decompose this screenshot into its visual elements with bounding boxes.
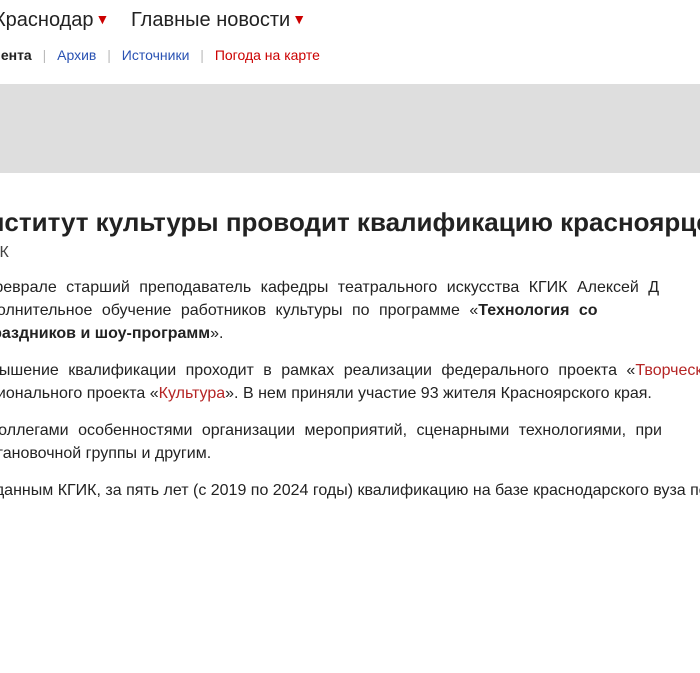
paragraph-line: национального проекта «Культура». В нем …	[0, 382, 700, 405]
paragraph-line: Повышение квалификации проходит в рамках…	[0, 359, 700, 382]
paragraph-line: постановочной группы и другим.	[0, 445, 212, 462]
article-paragraph-3: С коллегами особенностями организации ме…	[0, 419, 700, 465]
paragraph-text: дополнительное обучение работников культ…	[0, 302, 479, 319]
sources-link[interactable]: Источники	[122, 47, 190, 63]
region-selector[interactable]: Краснодар ▼	[0, 9, 109, 32]
paragraph-line: В феврале старший преподаватель кафедры …	[0, 279, 660, 296]
archive-link[interactable]: Архив	[57, 47, 96, 63]
paragraph-line: С коллегами особенностями организации ме…	[0, 422, 662, 439]
paragraph-line: к праздников и шоу-программ».	[0, 322, 700, 345]
culture-project-link[interactable]: Культура	[159, 385, 226, 402]
paragraph-line: дополнительное обучение работников культ…	[0, 299, 700, 322]
article-source: КГИК	[0, 244, 9, 261]
top-navigation: Краснодар ▼ Главные новости ▼	[0, 9, 322, 32]
section-label: Главные новости	[130, 9, 291, 31]
article-paragraph-1: В феврале старший преподаватель кафедры …	[0, 276, 700, 345]
separator: |	[42, 47, 47, 63]
separator: |	[107, 47, 111, 63]
dropdown-triangle-icon: ▼	[292, 11, 307, 27]
paragraph-text: ». В нем приняли участие 93 жителя Красн…	[225, 385, 652, 402]
sub-navigation: Лента | Архив | Источники | Погода на ка…	[0, 47, 320, 63]
paragraph-text: ».	[210, 325, 224, 342]
program-name-bold: к праздников и шоу-программ	[0, 325, 211, 342]
news-page: Краснодар▼ Главные новости▼ Лента | Архи…	[0, 0, 700, 673]
article: Институт культуры проводит квалификацию …	[0, 205, 700, 502]
paragraph-line: По данным КГИК, за пять лет (с 2019 по 2…	[0, 482, 700, 499]
section-selector[interactable]: Главные новости ▼	[131, 9, 306, 32]
article-paragraph-2: Повышение квалификации проходит в рамках…	[0, 359, 700, 405]
program-name-bold: Технология со	[478, 302, 598, 319]
region-label: Краснодар	[0, 9, 94, 31]
creative-people-link[interactable]: Творческие	[635, 362, 700, 379]
paragraph-text: национального проекта «	[0, 385, 159, 402]
article-paragraph-4: По данным КГИК, за пять лет (с 2019 по 2…	[0, 479, 700, 502]
ad-banner-placeholder	[0, 84, 700, 173]
tab-feed[interactable]: Лента	[0, 47, 32, 63]
dropdown-triangle-icon: ▼	[95, 11, 110, 27]
article-title: Институт культуры проводит квалификацию …	[0, 207, 700, 237]
weather-map-link[interactable]: Погода на карте	[215, 47, 320, 63]
separator: |	[200, 47, 204, 63]
paragraph-text: Повышение квалификации проходит в рамках…	[0, 362, 636, 379]
